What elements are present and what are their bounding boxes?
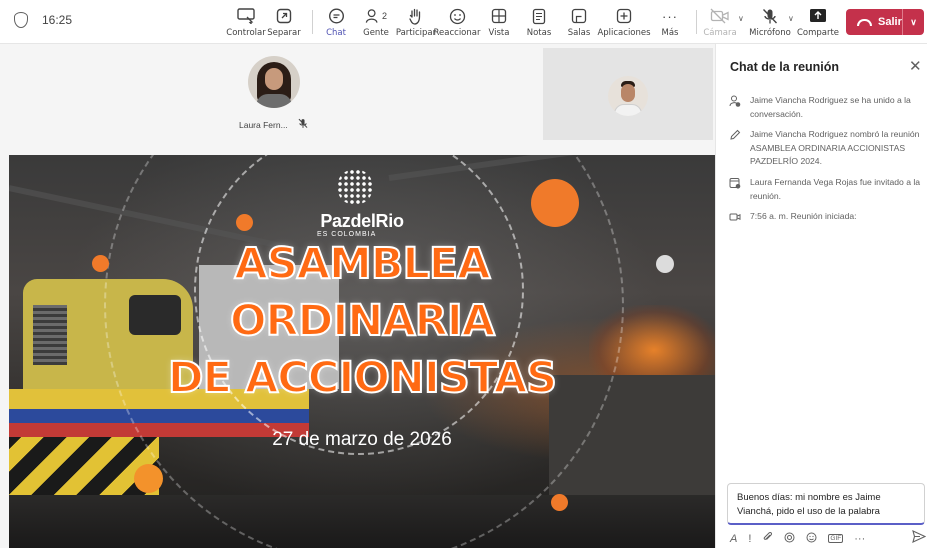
- send-icon[interactable]: [912, 530, 927, 546]
- shield-icon: [14, 12, 28, 28]
- close-icon[interactable]: ✕: [909, 57, 922, 75]
- controlar-label: Controlar: [226, 28, 266, 38]
- phone-hangup-icon: [857, 18, 872, 26]
- breakout-rooms-icon: [568, 6, 590, 26]
- people-count: 2: [381, 11, 387, 21]
- notes-icon: [528, 6, 550, 26]
- calendar-person-icon: [728, 177, 741, 203]
- gif-icon[interactable]: GIF: [828, 534, 844, 543]
- emoji-icon: [446, 6, 468, 26]
- brand-name: PazdelRio: [320, 211, 404, 231]
- camera-options-chevron-icon[interactable]: ∨: [738, 14, 744, 23]
- chat-message-input[interactable]: Buenos días: mi nombre es Jaime Vianchá,…: [727, 483, 925, 525]
- chat-event-text: 7:56 a. m. Reunión iniciada:: [750, 211, 857, 221]
- chat-event-text: Jaime Viancha Rodriguez nombró la reunió…: [750, 129, 920, 166]
- reaccionar-label: Reaccionar: [433, 28, 481, 38]
- chat-panel-title: Chat de la reunión: [730, 60, 840, 74]
- participant-tile-jaime[interactable]: [543, 48, 713, 140]
- participar-button[interactable]: Participar: [393, 6, 439, 42]
- salas-label: Salas: [567, 28, 591, 38]
- microfono-label: Micrófono: [749, 28, 791, 38]
- salas-button[interactable]: Salas: [556, 6, 602, 42]
- reaccionar-button[interactable]: Reaccionar: [434, 6, 480, 42]
- participar-label: Participar: [395, 28, 437, 38]
- mic-off-icon: [298, 118, 308, 132]
- grid-view-icon: [488, 6, 510, 26]
- raise-hand-icon: [405, 6, 427, 26]
- chat-label: Chat: [326, 28, 346, 38]
- salir-label: Salir: [878, 16, 902, 28]
- chat-event: Jaime Viancha Rodriguez nombró la reunió…: [728, 128, 922, 169]
- participant-name: Laura Fern...: [239, 120, 288, 130]
- meeting-toolbar: 16:25 Controlar Separar Chat 2 Gente Par…: [0, 0, 927, 46]
- chat-event: Jaime Viancha Rodriguez se ha unido a la…: [728, 94, 922, 121]
- avatar: [608, 76, 648, 116]
- decorative-dot: [134, 464, 163, 493]
- salir-button[interactable]: Salir ∨: [846, 9, 924, 35]
- participants-strip: Laura Fern...: [9, 44, 715, 154]
- pazdelrio-logo-icon: [337, 169, 373, 205]
- chat-event: 7:56 a. m. Reunión iniciada:: [728, 210, 922, 226]
- mic-off-icon: [759, 6, 781, 26]
- slide-title-line-3: DE ACCIONISTAS: [167, 352, 558, 404]
- microfono-button[interactable]: Micrófono: [747, 6, 793, 42]
- slide-title-line-2: ORDINARIA: [229, 295, 496, 347]
- participant-tile-laura[interactable]: [239, 56, 309, 108]
- participant-name-row: Laura Fern...: [239, 118, 308, 132]
- compose-toolbar: A ! GIF ···: [730, 531, 926, 546]
- shared-content-stage: PazdelRio ES COLOMBIA ASAMBLEA ORDINARIA…: [9, 155, 715, 548]
- pencil-icon: [728, 129, 741, 169]
- compartir-label: Comparte: [796, 28, 840, 38]
- person-add-icon: [728, 95, 741, 121]
- compartir-button[interactable]: Comparte: [795, 6, 841, 42]
- priority-icon[interactable]: !: [748, 533, 751, 545]
- mic-options-chevron-icon[interactable]: ∨: [788, 14, 794, 23]
- mas-label: Más: [661, 28, 679, 38]
- aplicaciones-label: Aplicaciones: [597, 28, 651, 38]
- avatar: [248, 56, 300, 108]
- slide-title-line-1: ASAMBLEA: [233, 238, 491, 290]
- camara-button[interactable]: Cámara: [697, 6, 743, 42]
- mas-button[interactable]: ··· Más: [647, 6, 693, 42]
- vista-label: Vista: [488, 28, 510, 38]
- chat-panel: Chat de la reunión ✕ Jaime Viancha Rodri…: [715, 44, 927, 548]
- separar-label: Separar: [267, 28, 301, 38]
- separar-button[interactable]: Separar: [261, 6, 307, 42]
- pop-out-icon: [273, 6, 295, 26]
- notas-label: Notas: [526, 28, 552, 38]
- more-options-icon[interactable]: ···: [854, 533, 865, 545]
- attach-icon[interactable]: [762, 531, 773, 546]
- camera-off-icon: [709, 6, 731, 26]
- emoji-icon[interactable]: [806, 532, 817, 546]
- share-screen-icon: [807, 6, 829, 26]
- leave-options-chevron-icon[interactable]: ∨: [902, 9, 924, 35]
- video-icon: [728, 211, 741, 226]
- meeting-timer: 16:25: [42, 13, 73, 27]
- gente-label: Gente: [363, 28, 389, 38]
- control-screen-icon: [235, 6, 257, 26]
- chat-event-text: Jaime Viancha Rodriguez se ha unido a la…: [750, 95, 911, 119]
- loop-icon[interactable]: [784, 532, 795, 546]
- decorative-dot: [551, 494, 568, 511]
- chat-event-text: Laura Fernanda Vega Rojas fue invitado a…: [750, 177, 921, 201]
- brand-tagline: ES COLOMBIA: [317, 231, 377, 238]
- format-icon[interactable]: A: [730, 533, 737, 545]
- camara-label: Cámara: [703, 28, 737, 38]
- chat-event: Laura Fernanda Vega Rojas fue invitado a…: [728, 176, 922, 203]
- chat-icon: [325, 6, 347, 26]
- aplicaciones-button[interactable]: Aplicaciones: [597, 6, 651, 42]
- slide-date: 27 de marzo de 2026: [272, 429, 452, 450]
- people-icon: 2: [365, 6, 387, 26]
- more-icon: ···: [662, 8, 678, 24]
- add-app-icon: [613, 6, 635, 26]
- meeting-info: 16:25: [14, 12, 72, 28]
